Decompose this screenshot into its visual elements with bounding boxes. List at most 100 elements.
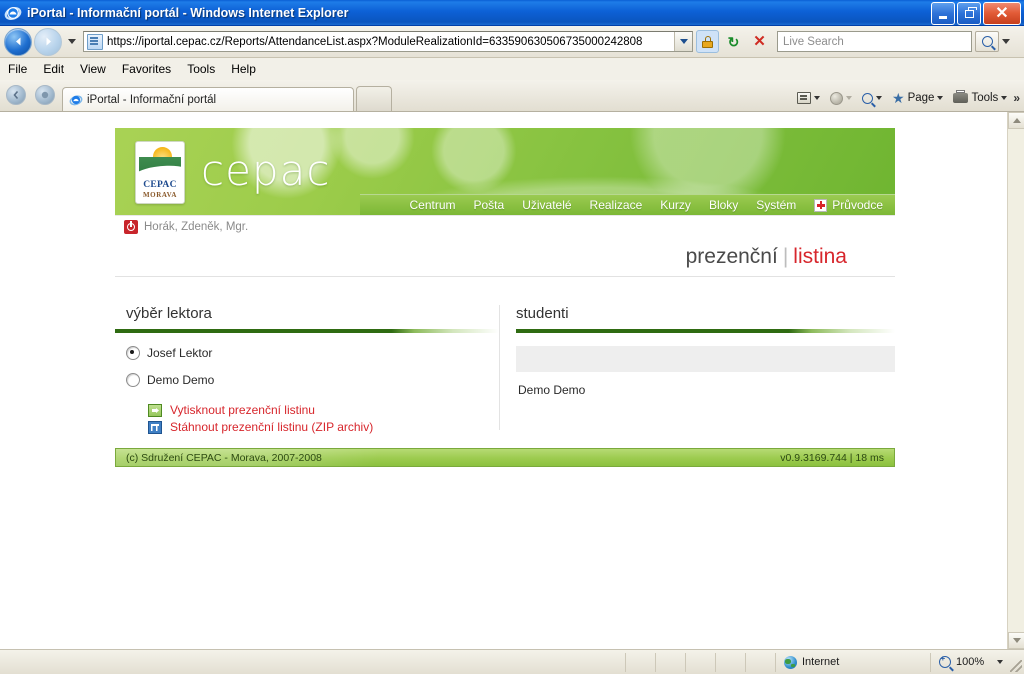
radio-option-josef-lektor[interactable]: Josef Lektor [115,346,499,360]
nav-item-centrum[interactable]: Centrum [400,198,464,212]
page-title: prezenční | listina [115,237,895,277]
chevron-down-icon [937,96,944,100]
stop-icon: ✕ [753,32,766,50]
logout-power-icon[interactable] [124,219,138,234]
lock-icon [702,35,713,48]
tools-menu-button[interactable]: Tools [949,90,1011,106]
chevron-down-icon [1001,96,1008,100]
status-bar: Internet 100% [0,649,1024,674]
vertical-scrollbar[interactable] [1007,112,1024,649]
radio-icon[interactable] [126,346,140,360]
nav-item-pruvodce[interactable]: Průvodce [805,198,895,212]
address-input[interactable]: https://iportal.cepac.cz/Reports/Attenda… [83,31,693,52]
site-footer: (c) Sdružení CEPAC - Morava, 2007-2008 v… [115,448,895,467]
refresh-button[interactable]: ↻ [722,30,745,53]
menu-item-view[interactable]: View [72,60,114,78]
nav-item-pruvodce-label: Průvodce [832,198,883,212]
brand-wordmark: cepac [201,146,331,195]
title-bar: iPortal - Informační portál - Windows In… [0,0,1024,26]
add-to-favorites-button[interactable] [35,85,55,105]
security-zone-indicator[interactable]: Internet [775,652,930,672]
cepac-logo: CEPAC MORAVA [135,141,185,204]
close-icon: ✕ [995,4,1009,22]
chevron-down-icon[interactable] [997,660,1004,664]
menu-item-help[interactable]: Help [223,60,264,78]
action-links: Vytisknout prezenční listinu Stáhnout pr… [115,403,499,434]
site-navigation: Centrum Pošta Uživatelé Realizace Kurzy … [360,194,895,215]
feeds-button[interactable] [793,90,824,106]
status-message-area [0,653,625,672]
zoom-icon [939,654,951,668]
status-segment [685,652,715,672]
chevron-up-icon [1012,118,1021,123]
read-mail-button[interactable] [858,91,886,106]
search-provider-dropdown[interactable] [999,31,1012,52]
internet-explorer-icon [4,4,22,22]
logo-name: CEPAC [143,180,177,190]
page-menu-button[interactable]: ★ Page [888,90,947,106]
print-attendance-link[interactable]: Vytisknout prezenční listinu [148,403,499,417]
user-bar: Horák, Zdeněk, Mgr. [115,215,895,237]
menu-item-tools[interactable]: Tools [179,60,223,78]
search-icon [981,36,993,47]
download-attendance-link[interactable]: Stáhnout prezenční listinu (ZIP archiv) [148,420,499,434]
nav-item-posta[interactable]: Pošta [465,198,514,212]
search-placeholder-text: Live Search [783,35,844,48]
resize-grip[interactable] [1010,660,1022,672]
chevron-down-icon [846,96,853,100]
status-segment [625,652,655,672]
menu-item-edit[interactable]: Edit [35,60,72,78]
window-title: iPortal - Informační portál - Windows In… [27,5,349,20]
scroll-up-button[interactable] [1008,112,1024,129]
restore-button[interactable] [957,2,981,25]
radio-icon[interactable] [126,373,140,387]
refresh-icon: ↻ [727,33,740,50]
nav-item-system[interactable]: Systém [747,198,805,212]
footer-version: v0.9.3169.744 | 18 ms [780,451,884,464]
search-go-button[interactable] [975,31,999,52]
table-download-icon [148,420,162,434]
search-input[interactable]: Live Search [777,31,972,52]
search-icon [862,92,874,104]
forward-button[interactable] [34,27,62,56]
menu-item-file[interactable]: File [0,60,35,78]
close-button[interactable]: ✕ [983,2,1021,25]
minimize-button[interactable] [931,2,955,25]
radio-label: Josef Lektor [147,346,213,360]
page-title-first: prezenční [685,244,778,268]
scroll-down-button[interactable] [1008,632,1024,649]
stop-button[interactable]: ✕ [748,30,771,53]
status-segment [655,652,685,672]
internet-explorer-icon [69,93,83,107]
site-banner: CEPAC MORAVA cepac Centrum Pošta Uživate… [115,128,895,215]
menu-item-favorites[interactable]: Favorites [114,60,179,78]
nav-item-realizace[interactable]: Realizace [581,198,652,212]
status-segment [745,652,775,672]
tab-iportal[interactable]: iPortal - Informační portál [62,87,354,111]
recent-pages-dropdown-icon[interactable] [68,39,76,44]
address-bar: https://iportal.cepac.cz/Reports/Attenda… [0,26,1024,58]
radio-option-demo-demo[interactable]: Demo Demo [115,373,499,387]
overflow-chevron-icon[interactable]: » [1013,92,1020,104]
back-button[interactable] [4,27,32,56]
cepac-portal-page: CEPAC MORAVA cepac Centrum Pošta Uživate… [115,128,895,467]
address-dropdown-button[interactable] [674,32,692,51]
nav-item-uzivatele[interactable]: Uživatelé [513,198,580,212]
restore-icon [964,6,977,18]
students-panel: studenti Demo Demo [500,305,895,430]
globe-icon [784,655,797,669]
chevron-down-icon [814,96,821,100]
nav-item-bloky[interactable]: Bloky [700,198,747,212]
nav-item-kurzy[interactable]: Kurzy [651,198,700,212]
chevron-down-icon [679,39,688,44]
students-table-header [516,346,895,372]
printer-icon [953,90,969,103]
home-icon [830,91,844,105]
home-button[interactable] [826,90,856,107]
favorites-center-button[interactable] [6,85,26,105]
new-tab-button[interactable] [356,86,392,111]
content-columns: výběr lektora Josef Lektor Demo Demo Vyt [115,305,895,434]
security-lock-button[interactable] [696,30,719,53]
radio-label: Demo Demo [147,373,215,387]
tab-label: iPortal - Informační portál [87,93,217,106]
